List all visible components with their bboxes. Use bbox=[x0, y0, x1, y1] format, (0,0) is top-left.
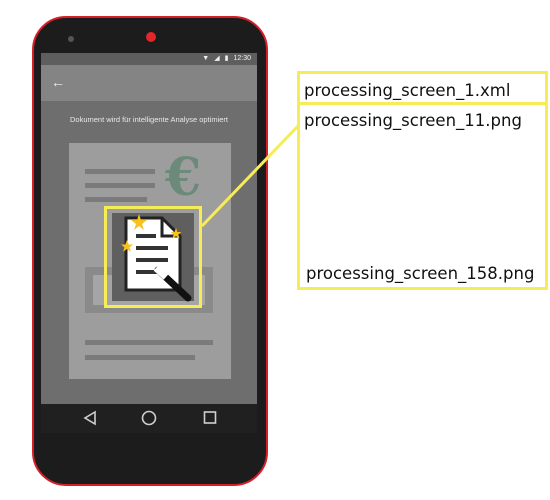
last-png-label: processing_screen_158.png bbox=[306, 264, 535, 283]
png-range-box: processing_screen_11.png processing_scre… bbox=[297, 102, 548, 290]
xml-file-label: processing_screen_1.xml bbox=[304, 81, 511, 100]
first-png-label: processing_screen_11.png bbox=[304, 111, 522, 130]
xml-label-box: processing_screen_1.xml bbox=[297, 71, 548, 105]
